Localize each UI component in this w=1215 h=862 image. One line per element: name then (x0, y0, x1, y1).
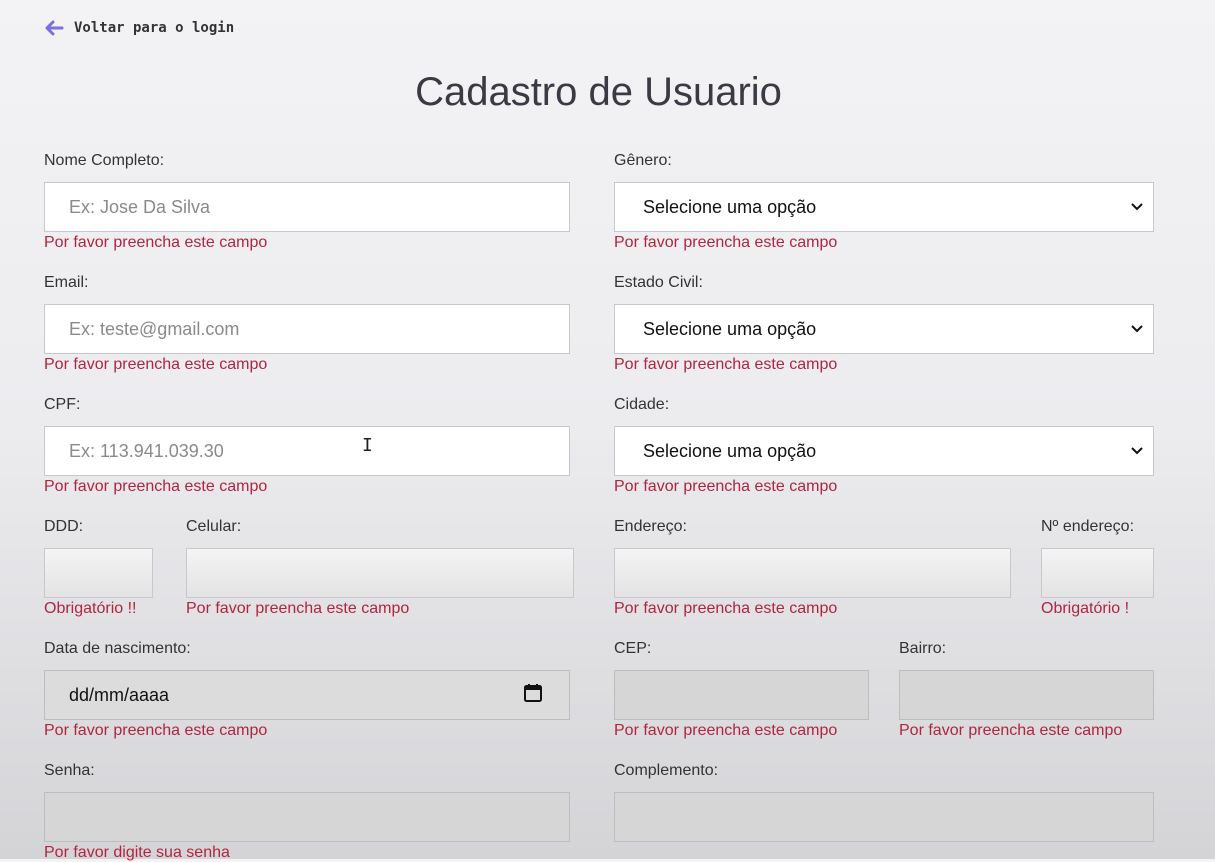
endereco-input[interactable] (614, 548, 1011, 598)
complemento-label: Complemento: (614, 762, 719, 779)
cidade-label: Cidade: (614, 396, 670, 413)
estado-civil-selected: Selecione uma opção (643, 318, 817, 339)
genero-label: Gênero: (614, 152, 672, 169)
senha-error: Por favor digite sua senha (44, 844, 230, 861)
cpf-placeholder: Ex: 113.941.039.30 (69, 440, 224, 461)
cep-label: CEP: (614, 640, 652, 657)
celular-input[interactable] (186, 548, 574, 598)
cidade-select[interactable]: Selecione uma opção (614, 426, 1154, 476)
nascimento-date-input[interactable]: dd/mm/aaaa (44, 670, 570, 720)
chevron-down-icon (1131, 325, 1143, 333)
ddd-error: Obrigatório !! (44, 600, 137, 617)
senha-label: Senha: (44, 762, 95, 779)
cep-input[interactable] (614, 670, 869, 720)
bairro-label: Bairro: (899, 640, 947, 657)
ddd-label: DDD: (44, 518, 84, 535)
num-endereco-input[interactable] (1041, 548, 1154, 598)
estado-civil-label: Estado Civil: (614, 274, 703, 291)
celular-label: Celular: (186, 518, 242, 535)
nome-input[interactable]: Ex: Jose Da Silva (44, 182, 570, 232)
ddd-input[interactable] (44, 548, 153, 598)
nascimento-label: Data de nascimento: (44, 640, 191, 657)
bairro-input[interactable] (899, 670, 1154, 720)
text-cursor-icon: I (362, 435, 373, 456)
genero-selected: Selecione uma opção (643, 196, 817, 217)
cpf-error: Por favor preencha este campo (44, 478, 268, 495)
page-title: Cadastro de Usuario (415, 70, 782, 114)
cidade-selected: Selecione uma opção (643, 440, 817, 461)
genero-select[interactable]: Selecione uma opção (614, 182, 1154, 232)
estado-civil-error: Por favor preencha este campo (614, 356, 838, 373)
chevron-down-icon (1131, 203, 1143, 211)
nome-label: Nome Completo: (44, 152, 165, 169)
genero-error: Por favor preencha este campo (614, 234, 838, 251)
email-error: Por favor preencha este campo (44, 356, 268, 373)
cpf-label: CPF: (44, 396, 81, 413)
cidade-error: Por favor preencha este campo (614, 478, 838, 495)
senha-input[interactable] (44, 792, 570, 842)
endereco-label: Endereço: (614, 518, 687, 535)
bairro-error: Por favor preencha este campo (899, 722, 1123, 739)
back-link-label: Voltar para o login (74, 20, 235, 36)
complemento-input[interactable] (614, 792, 1154, 842)
nascimento-placeholder: dd/mm/aaaa (69, 684, 170, 705)
email-placeholder: Ex: teste@gmail.com (69, 318, 240, 339)
back-to-login-link[interactable]: Voltar para o login (44, 20, 234, 36)
endereco-error: Por favor preencha este campo (614, 600, 838, 617)
num-endereco-error: Obrigatório ! (1041, 600, 1130, 617)
arrow-left-icon (44, 20, 64, 36)
celular-error: Por favor preencha este campo (186, 600, 410, 617)
cpf-input[interactable]: Ex: 113.941.039.30 (44, 426, 570, 476)
nome-error: Por favor preencha este campo (44, 234, 268, 251)
chevron-down-icon (1131, 447, 1143, 455)
email-label: Email: (44, 274, 89, 291)
calendar-icon[interactable] (523, 683, 543, 708)
nascimento-error: Por favor preencha este campo (44, 722, 268, 739)
estado-civil-select[interactable]: Selecione uma opção (614, 304, 1154, 354)
num-endereco-label: Nº endereço: (1041, 518, 1135, 535)
cep-error: Por favor preencha este campo (614, 722, 838, 739)
nome-placeholder: Ex: Jose Da Silva (69, 196, 211, 217)
email-input[interactable]: Ex: teste@gmail.com (44, 304, 570, 354)
